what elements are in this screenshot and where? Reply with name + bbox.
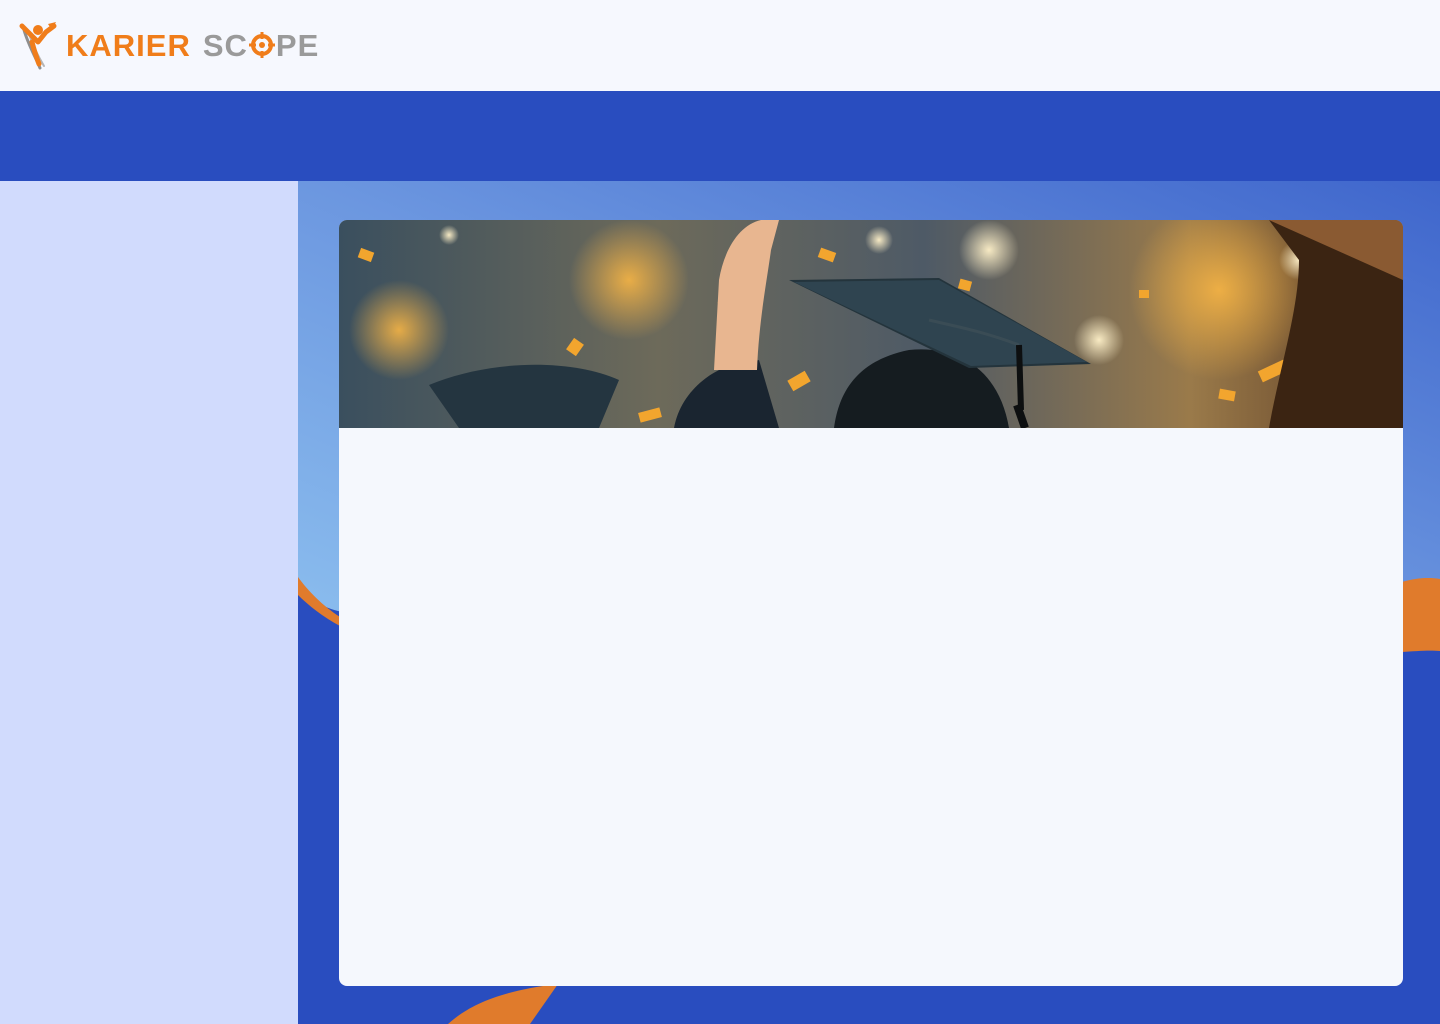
brand-name: KARIER SC PE: [66, 30, 319, 61]
brand-name-part2: SC PE: [203, 30, 319, 61]
person-arrow-logo-icon: [19, 22, 57, 70]
navigation-bar: [0, 91, 1440, 181]
target-icon: [248, 32, 275, 58]
content-card: [339, 220, 1403, 986]
sidebar: [0, 181, 298, 1024]
brand-name-part2-a: SC: [202, 27, 248, 63]
brand-logo[interactable]: KARIER SC PE: [18, 20, 319, 70]
top-header: KARIER SC PE: [0, 0, 1440, 91]
brand-name-part2-b: PE: [275, 27, 320, 63]
brand-name-part1: KARIER: [66, 27, 191, 63]
graduation-banner-image: [339, 220, 1403, 428]
